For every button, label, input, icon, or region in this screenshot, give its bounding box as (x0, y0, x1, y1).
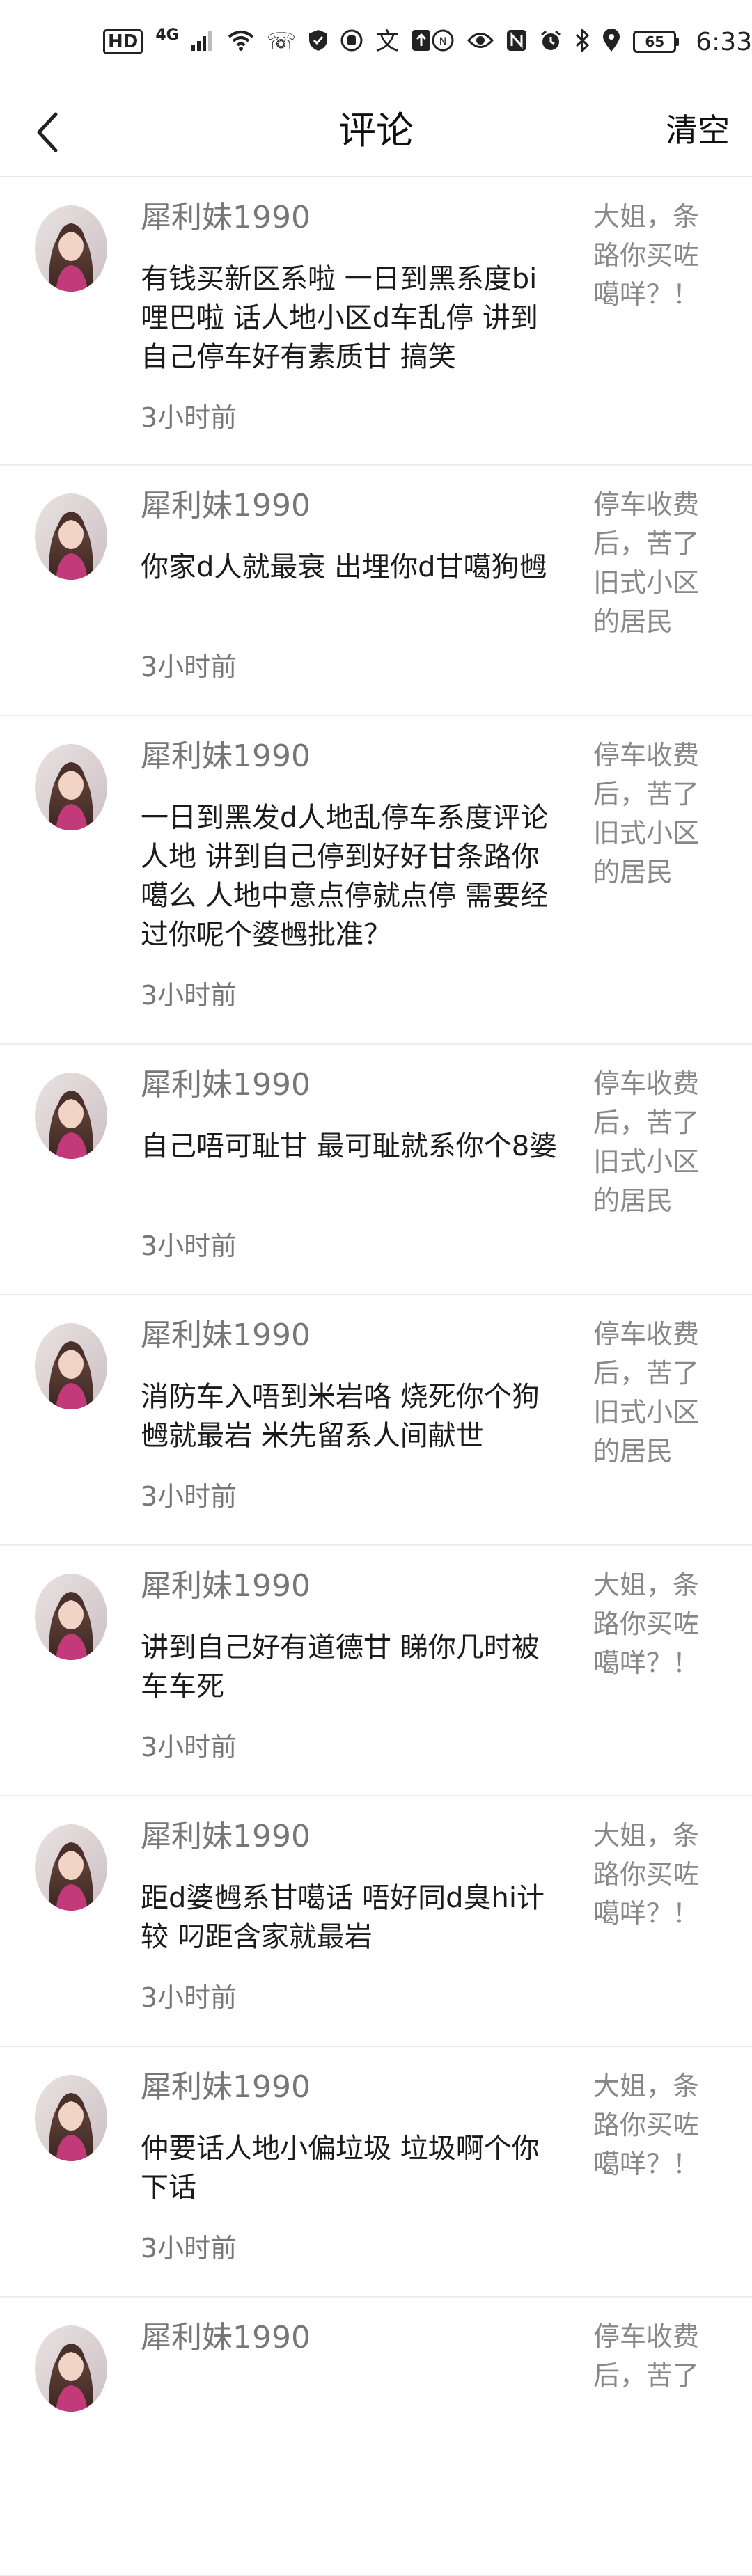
comment-item[interactable]: 犀利妹1990 仲要话人地小偏垃圾 垃圾啊个你下话 3小时前 大姐，条路你买咗噶咩？！ (0, 2047, 752, 2298)
signal-icon (191, 30, 215, 54)
status-bar-right: N 65 6:33 (431, 27, 752, 56)
comment-item[interactable]: 犀利妹1990 距d婆乸系甘噶话 唔好同d臭hi计较 叼距含家就最岩 3小时前 大姐，… (0, 1796, 752, 2047)
avatar[interactable] (35, 1323, 107, 1409)
translate-icon: 文 (375, 28, 400, 56)
comment-text: 有钱买新区系啦 一日到黑系度bi哩巴啦 话人地小区d车乱停 讲到自己停车好有素质… (141, 263, 538, 373)
comment-item[interactable]: 犀利妹1990 讲到自己好有道德甘 睇你几时被车车死 3小时前 大姐，条路你买咗噶咩？… (0, 1546, 752, 1796)
svg-text:N: N (439, 36, 446, 47)
header: 评论 清空 (0, 84, 752, 177)
comment-item[interactable]: 犀利妹1990 消防车入唔到米岩咯 烧死你个狗乸就最岩 米先留系人间献世 3小时前 停… (0, 1295, 752, 1546)
username[interactable]: 犀利妹1990 (141, 1565, 311, 1607)
post-excerpt[interactable]: 停车收费后，苦了旧式小区的居民 (593, 1315, 723, 1471)
comment-text: 仲要话人地小偏垃圾 垃圾啊个你下话 (141, 2133, 540, 2204)
network-type: 4G (155, 26, 179, 44)
shield-icon (308, 29, 328, 54)
clear-button[interactable]: 清空 (666, 84, 730, 177)
missed-call-icon: ☏ (266, 28, 297, 56)
avatar[interactable] (35, 744, 107, 830)
comment-time: 3小时前 (141, 1732, 237, 1762)
comment-time: 3小时前 (141, 402, 237, 433)
comment-time: 3小时前 (141, 1982, 237, 2013)
status-bar-left: HD 4G ☏ 文 (103, 26, 431, 56)
page-title: 评论 (338, 109, 414, 152)
app-icon (340, 29, 363, 54)
location-icon (602, 29, 620, 55)
username[interactable]: 犀利妹1990 (141, 1816, 311, 1858)
hd-badge: HD (103, 29, 143, 54)
username[interactable]: 犀利妹1990 (141, 1064, 311, 1106)
post-excerpt[interactable]: 大姐，条路你买咗噶咩？！ (593, 197, 723, 314)
username[interactable]: 犀利妹1990 (141, 1315, 311, 1357)
post-excerpt[interactable]: 停车收费后，苦了 (593, 2317, 723, 2395)
post-excerpt[interactable]: 停车收费后，苦了旧式小区的居民 (593, 1064, 723, 1220)
comment-time: 3小时前 (141, 1481, 237, 1512)
username[interactable]: 犀利妹1990 (141, 197, 311, 239)
comment-text: 讲到自己好有道德甘 睇你几时被车车死 (141, 1631, 540, 1702)
battery-icon: 65 (633, 31, 680, 53)
avatar[interactable] (35, 493, 107, 580)
avatar[interactable] (35, 1574, 107, 1660)
username[interactable]: 犀利妹1990 (141, 2067, 311, 2108)
upload-icon (412, 29, 431, 54)
avatar[interactable] (35, 2075, 107, 2161)
alarm-icon (540, 29, 562, 54)
comment-item[interactable]: 犀利妹1990 你家d人就最衰 出埋你d甘噶狗乸 3小时前 停车收费后，苦了旧式小区的… (0, 466, 752, 716)
comment-time: 3小时前 (141, 2233, 237, 2263)
comment-time: 3小时前 (141, 651, 237, 682)
comment-item[interactable]: 犀利妹1990 自己唔可耻甘 最可耻就系你个8婆 3小时前 停车收费后，苦了旧式小区的… (0, 1045, 752, 1295)
username[interactable]: 犀利妹1990 (141, 736, 311, 777)
post-excerpt[interactable]: 大姐，条路你买咗噶咩？！ (593, 1565, 723, 1682)
status-time: 6:33 (696, 27, 752, 56)
nfc-tag-icon (506, 29, 527, 54)
comment-time: 3小时前 (141, 1231, 237, 1261)
comment-item[interactable]: 犀利妹1990 一日到黑发d人地乱停车系度评论人地 讲到自己停到好好甘条路你噶么 … (0, 716, 752, 1045)
username[interactable]: 犀利妹1990 (141, 2317, 311, 2359)
comment-item[interactable]: 犀利妹1990 停车收费后，苦了 (0, 2298, 752, 2576)
comment-text: 消防车入唔到米岩咯 烧死你个狗乸就最岩 米先留系人间献世 (141, 1381, 540, 1452)
avatar[interactable] (35, 1824, 107, 1911)
avatar[interactable] (35, 1073, 107, 1159)
post-excerpt[interactable]: 大姐，条路你买咗噶咩？！ (593, 2067, 723, 2183)
avatar[interactable] (35, 2325, 107, 2412)
battery-level: 65 (633, 31, 677, 53)
comment-text: 自己唔可耻甘 最可耻就系你个8婆 (141, 1130, 558, 1162)
avatar[interactable] (35, 205, 107, 292)
comment-time: 3小时前 (141, 980, 237, 1011)
nfc-icon: N (431, 29, 455, 55)
comment-item[interactable]: 犀利妹1990 有钱买新区系啦 一日到黑系度bi哩巴啦 话人地小区d车乱停 讲到自… (0, 177, 752, 466)
comment-list: 犀利妹1990 有钱买新区系啦 一日到黑系度bi哩巴啦 话人地小区d车乱停 讲到自… (0, 177, 752, 2576)
eye-icon (467, 31, 494, 52)
post-excerpt[interactable]: 停车收费后，苦了旧式小区的居民 (593, 485, 723, 641)
username[interactable]: 犀利妹1990 (141, 485, 311, 527)
comment-text: 你家d人就最衰 出埋你d甘噶狗乸 (141, 551, 547, 583)
wifi-icon (228, 30, 254, 54)
comment-text: 距d婆乸系甘噶话 唔好同d臭hi计较 叼距含家就最岩 (141, 1882, 545, 1953)
bluetooth-icon (574, 27, 590, 55)
post-excerpt[interactable]: 大姐，条路你买咗噶咩？！ (593, 1816, 723, 1933)
comment-text: 一日到黑发d人地乱停车系度评论人地 讲到自己停到好好甘条路你噶么 人地中意点停就… (141, 802, 549, 951)
post-excerpt[interactable]: 停车收费后，苦了旧式小区的居民 (593, 736, 723, 892)
status-bar: HD 4G ☏ 文 N 65 6:33 (0, 0, 752, 84)
